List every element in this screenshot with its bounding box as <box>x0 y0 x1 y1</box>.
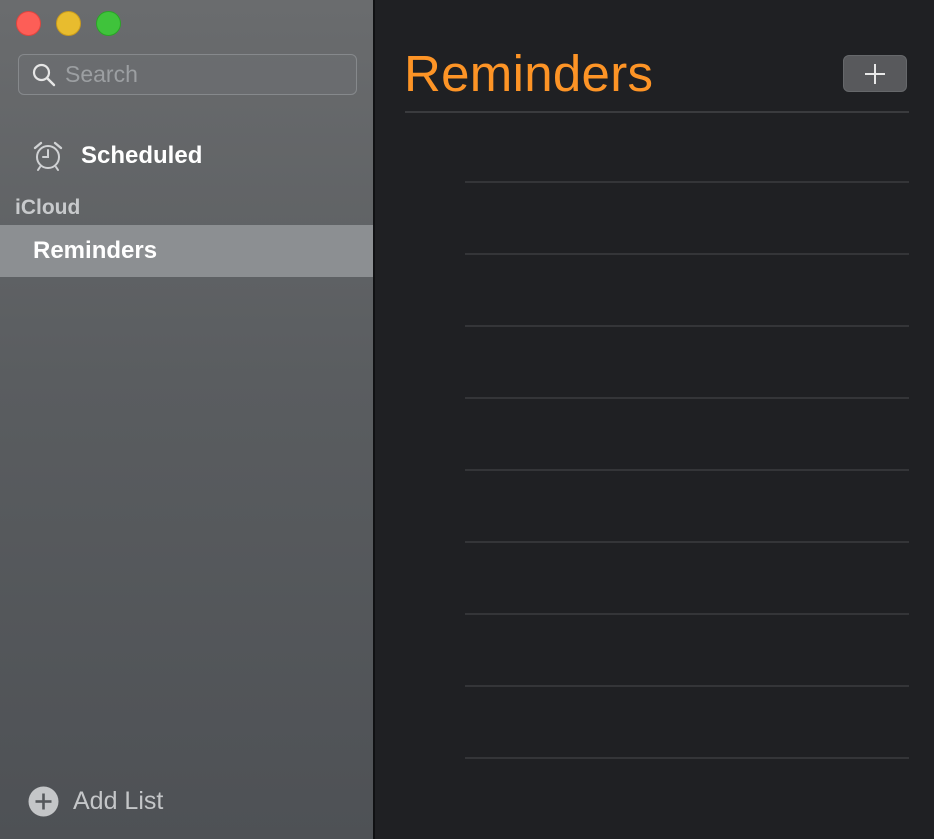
empty-reminder-row[interactable] <box>465 181 909 183</box>
page-title: Reminders <box>404 45 654 102</box>
empty-reminder-row[interactable] <box>465 325 909 327</box>
add-list-label: Add List <box>73 787 164 815</box>
zoom-window-button[interactable] <box>96 11 121 36</box>
add-list-button[interactable]: Add List <box>28 786 163 817</box>
close-window-button[interactable] <box>16 11 41 36</box>
sidebar-item-label: Reminders <box>33 237 158 264</box>
search-input[interactable] <box>65 61 325 88</box>
search-field[interactable] <box>18 54 357 95</box>
empty-reminder-row[interactable] <box>465 613 909 615</box>
plus-circle-icon <box>28 786 59 817</box>
empty-reminder-row[interactable] <box>465 757 909 759</box>
search-icon <box>32 63 56 86</box>
empty-reminder-row[interactable] <box>465 397 909 399</box>
main-pane: Reminders <box>377 0 934 839</box>
reminders-window: Scheduled iCloud Reminders Add List Remi… <box>0 0 934 839</box>
alarm-clock-icon <box>33 141 63 171</box>
title-divider <box>405 111 909 113</box>
empty-reminder-row[interactable] <box>465 469 909 471</box>
sidebar: Scheduled iCloud Reminders Add List <box>0 0 375 839</box>
section-header-icloud: iCloud <box>15 196 81 219</box>
empty-reminder-row[interactable] <box>465 541 909 543</box>
sidebar-item-scheduled[interactable]: Scheduled <box>0 132 373 180</box>
empty-reminder-row[interactable] <box>465 685 909 687</box>
minimize-window-button[interactable] <box>56 11 81 36</box>
plus-icon <box>865 63 885 84</box>
add-reminder-button[interactable] <box>843 55 907 92</box>
sidebar-item-label: Scheduled <box>81 142 203 169</box>
window-controls <box>16 11 121 36</box>
sidebar-item-reminders[interactable]: Reminders <box>0 225 373 277</box>
empty-reminder-row[interactable] <box>465 253 909 255</box>
